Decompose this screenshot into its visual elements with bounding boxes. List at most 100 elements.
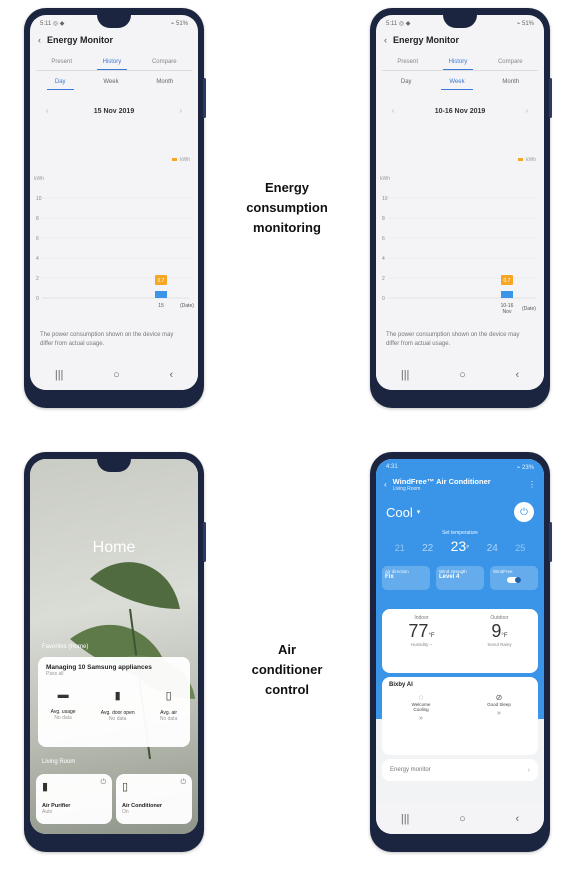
air-direction-option[interactable]: Air direction Fix — [382, 566, 430, 590]
stat-door[interactable]: ▮ Avg. door open No data — [101, 689, 135, 722]
mode-selector[interactable]: Cool — [386, 505, 413, 520]
welcome-cooling-option[interactable]: ◌ Welcome Cooling » — [406, 693, 436, 722]
fridge-icon: ▮ — [114, 690, 121, 702]
chevron-right-icon[interactable]: » — [406, 715, 436, 722]
air-purifier-icon: ▯ — [165, 690, 172, 702]
back-icon[interactable]: ‹ — [38, 35, 41, 45]
date-label: 15 Nov 2019 — [93, 108, 135, 115]
y-axis: 10 8 6 4 2 0 — [382, 196, 536, 302]
chevron-down-icon[interactable]: ▾ — [417, 508, 421, 516]
device-card-air-conditioner[interactable]: ▯ ⏻ Air Conditioner On — [116, 774, 192, 824]
next-date-icon[interactable]: › — [180, 108, 182, 115]
windfree-toggle[interactable] — [507, 577, 521, 583]
nav-bar: ||| ○ ‹ — [376, 360, 544, 390]
sleep-icon: ⊘ — [495, 693, 503, 702]
period-month[interactable]: Month — [494, 75, 527, 90]
usage-disclaimer: The power consumption shown on the devic… — [386, 332, 520, 347]
caption-line: Air — [277, 642, 297, 657]
nav-bar: ||| ○ ‹ — [376, 804, 544, 834]
power-icon[interactable]: ⏻ — [180, 779, 186, 787]
manage-title: Managing 10 Samsung appliances — [46, 664, 152, 671]
recents-icon[interactable]: ||| — [55, 369, 64, 381]
device-card-air-purifier[interactable]: ▮ ⏻ Air Purifier Auto — [36, 774, 112, 824]
phone-energy-week: 5:11 ◎ ◆ ⌁ 51% ‹ Energy Monitor Present H… — [370, 8, 552, 408]
windfree-option[interactable]: WindFree — [490, 566, 538, 590]
energy-chart: kWh kWh 10 8 6 4 2 0 0.7 15 (Date) — [34, 157, 194, 309]
y-tick: 10 — [382, 196, 388, 202]
caption-line: conditioner — [251, 662, 323, 677]
chevron-right-icon: › — [527, 766, 530, 774]
power-button[interactable]: ⏻ — [514, 502, 534, 522]
phone-energy-day: 5:11 ◎ ◆ ⌁ 51% ‹ Energy Monitor Present H… — [24, 8, 206, 408]
energy-week-screen: 5:11 ◎ ◆ ⌁ 51% ‹ Energy Monitor Present H… — [376, 15, 544, 390]
period-day[interactable]: Day — [46, 75, 74, 90]
recents-icon[interactable]: ||| — [401, 369, 410, 381]
back-nav-icon[interactable]: ‹ — [515, 813, 519, 825]
period-day[interactable]: Day — [393, 75, 420, 90]
y-tick: 2 — [36, 276, 39, 282]
manage-subtitle: Pass all — [46, 671, 64, 677]
y-tick: 4 — [382, 256, 385, 262]
caption-energy: Energy consumption monitoring — [232, 178, 342, 238]
tab-history[interactable]: History — [96, 55, 128, 70]
tab-history[interactable]: History — [442, 55, 474, 70]
temperature-card: Indoor 77°F Humidity – Outdoor 9°F Seoul… — [382, 609, 538, 673]
bar-value-label: 0.7 — [504, 278, 511, 284]
set-temp-label: Set temperature — [442, 530, 478, 536]
period-week[interactable]: Week — [441, 75, 473, 90]
wind-strength-option[interactable]: Wind strength Level 4 — [436, 566, 484, 590]
back-icon[interactable]: ‹ — [384, 35, 387, 45]
y-axis-unit: kWh — [380, 176, 390, 182]
caption-line: Energy — [264, 180, 310, 195]
y-tick: 10 — [36, 196, 42, 202]
chevron-right-icon[interactable]: » — [484, 710, 514, 717]
stat-air[interactable]: ▯ Avg. air No data — [160, 689, 178, 722]
energy-monitor-row[interactable]: Energy monitor › — [382, 759, 538, 781]
temp-option[interactable]: 22 — [422, 543, 433, 554]
phone-ac: 4:31 ⌁ 23% ‹ WindFree™ Air Conditioner Li… — [370, 452, 552, 852]
power-icon[interactable]: ⏻ — [100, 779, 106, 787]
more-options-icon[interactable]: ⋮ — [528, 480, 536, 489]
back-nav-icon[interactable]: ‹ — [169, 369, 173, 381]
y-tick: 4 — [36, 256, 39, 262]
back-nav-icon[interactable]: ‹ — [515, 369, 519, 381]
prev-date-icon[interactable]: ‹ — [46, 108, 48, 115]
period-tabs: Day Week Month — [382, 75, 538, 90]
next-date-icon[interactable]: › — [526, 108, 528, 115]
favorites-label: Favorites (Home) — [42, 644, 89, 650]
period-tabs: Day Week Month — [36, 75, 192, 90]
y-tick: 8 — [36, 216, 39, 222]
tab-compare[interactable]: Compare — [492, 55, 529, 70]
device-title: WindFree™ Air Conditioner — [392, 477, 491, 486]
bixby-card: Bixby AI ◌ Welcome Cooling » ⊘ Good Slee… — [382, 677, 538, 755]
manage-card[interactable]: Managing 10 Samsung appliances Pass all … — [38, 657, 190, 747]
recents-icon[interactable]: ||| — [401, 813, 410, 825]
stat-usage[interactable]: ▬ Avg. usage No data — [51, 689, 76, 722]
good-sleep-option[interactable]: ⊘ Good Sleep » — [484, 693, 514, 722]
phone-home: Home Favorites (Home) Managing 10 Samsun… — [24, 452, 206, 852]
temp-option[interactable]: 24 — [487, 543, 498, 554]
period-week[interactable]: Week — [95, 75, 126, 90]
home-icon[interactable]: ○ — [113, 369, 120, 381]
history-tabs: Present History Compare — [382, 55, 538, 71]
back-icon[interactable]: ‹ — [384, 480, 387, 489]
temp-picker[interactable]: 21 22 23° 24 25 — [376, 536, 544, 554]
energy-day-screen: 5:11 ◎ ◆ ⌁ 51% ‹ Energy Monitor Present H… — [30, 15, 198, 390]
ac-screen: 4:31 ⌁ 23% ‹ WindFree™ Air Conditioner Li… — [376, 459, 544, 834]
home-icon[interactable]: ○ — [459, 369, 466, 381]
tab-present[interactable]: Present — [45, 55, 78, 70]
temp-option[interactable]: 21 — [395, 543, 405, 553]
temp-option[interactable]: 25 — [515, 543, 525, 553]
legend-swatch — [518, 158, 523, 161]
home-title: Home — [92, 539, 136, 556]
home-icon[interactable]: ○ — [459, 813, 466, 825]
period-month[interactable]: Month — [148, 75, 181, 90]
tab-present[interactable]: Present — [391, 55, 424, 70]
y-tick: 0 — [36, 296, 39, 302]
room-label: Living Room — [42, 759, 76, 765]
y-tick: 6 — [382, 236, 385, 242]
air-conditioner-icon: ▯ — [122, 781, 129, 793]
tab-compare[interactable]: Compare — [146, 55, 183, 70]
prev-date-icon[interactable]: ‹ — [392, 108, 394, 115]
y-axis: 10 8 6 4 2 0 — [36, 196, 190, 302]
